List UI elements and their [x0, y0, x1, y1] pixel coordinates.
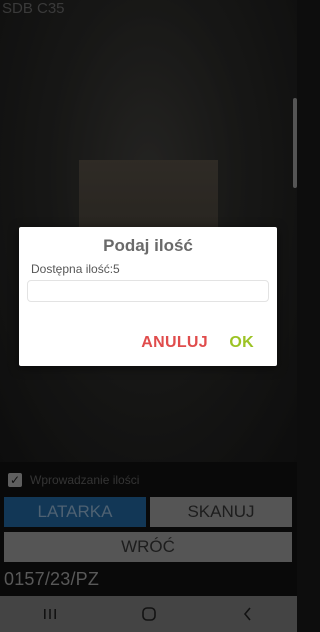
dialog-title: Podaj ilość — [103, 236, 193, 255]
quantity-dialog: Podaj ilość Dostępna ilość:5 ANULUJ OK — [19, 227, 277, 366]
ok-button[interactable]: OK — [229, 334, 254, 352]
available-quantity-label: Dostępna ilość:5 — [31, 262, 120, 276]
quantity-input[interactable] — [27, 280, 269, 302]
cancel-button[interactable]: ANULUJ — [141, 334, 208, 352]
